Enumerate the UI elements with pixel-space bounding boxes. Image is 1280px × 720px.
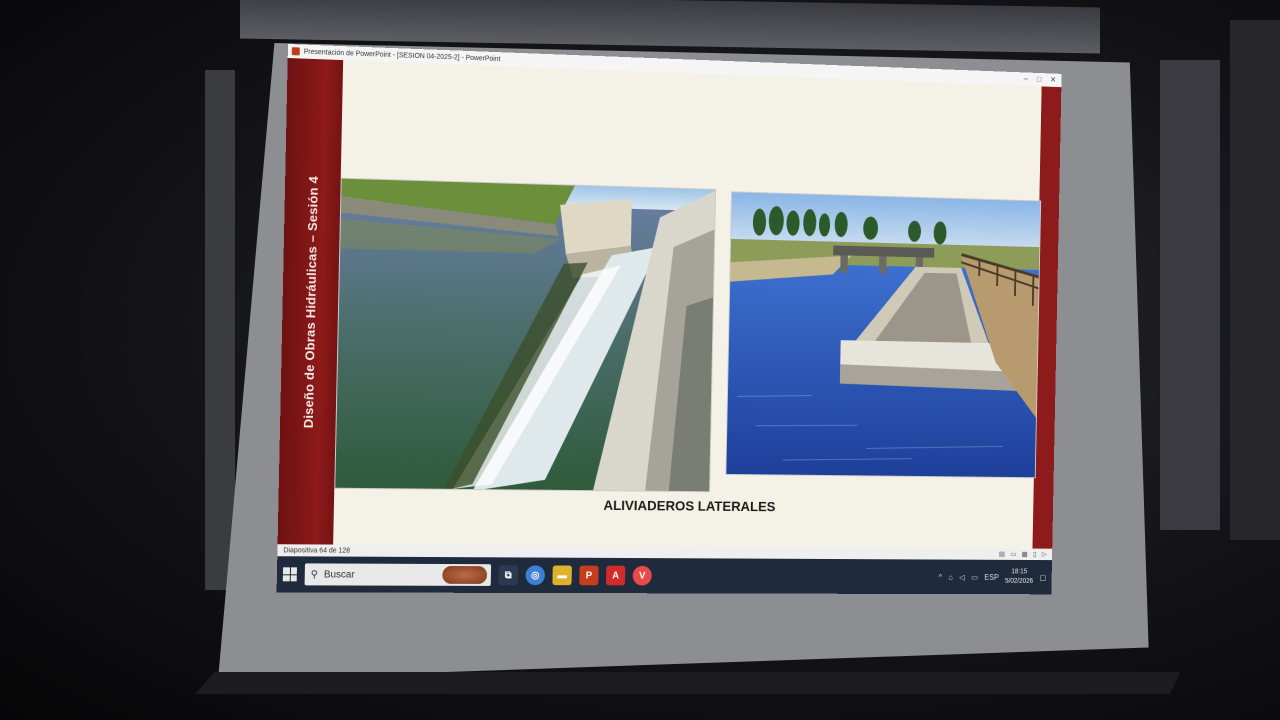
reading-view-icon[interactable]: ▯: [1033, 550, 1037, 558]
system-tray: ^ ⌂ ◁ ▭ ESP 18:15 5/02/2026 ▢: [938, 567, 1047, 586]
screen-bottom-bar: [195, 672, 1180, 694]
canal-spillway-photo: [334, 177, 717, 493]
slide-canvas: Diseño de Obras Hidráulicas – Sesión 4 A…: [277, 57, 1062, 549]
task-view-icon[interactable]: ⧉: [498, 565, 519, 586]
clock[interactable]: 18:15 5/02/2026: [1005, 567, 1033, 586]
minimize-button[interactable]: –: [1024, 74, 1028, 83]
window-controls: – □ ✕: [1024, 74, 1057, 84]
wall-panel-right: [1160, 60, 1220, 530]
notes-icon[interactable]: ▤: [999, 550, 1005, 558]
maximize-button[interactable]: □: [1037, 75, 1042, 84]
clock-time: 18:15: [1011, 568, 1028, 576]
close-button[interactable]: ✕: [1050, 75, 1056, 84]
chrome-icon[interactable]: ◎: [525, 565, 546, 586]
slide-counter: Diapositiva 64 de 128: [283, 546, 351, 555]
side-title: Diseño de Obras Hidráulicas – Sesión 4: [300, 175, 321, 428]
slideshow-icon[interactable]: ▷: [1042, 551, 1047, 558]
file-explorer-icon[interactable]: ▬: [552, 565, 572, 586]
clock-date: 5/02/2026: [1004, 577, 1034, 585]
chevron-up-icon[interactable]: ^: [939, 572, 943, 581]
slide-sorter-icon[interactable]: ▦: [1022, 550, 1028, 558]
notifications-icon[interactable]: ▢: [1039, 573, 1046, 582]
lateral-weir-photo: [725, 191, 1042, 479]
battery-icon[interactable]: ▭: [971, 573, 978, 582]
start-button[interactable]: [282, 567, 297, 582]
wall-panel-far-right: [1230, 20, 1280, 540]
acrobat-icon[interactable]: A: [605, 565, 626, 586]
normal-view-icon[interactable]: ▭: [1010, 550, 1016, 558]
search-box[interactable]: ⚲ Buscar: [304, 563, 492, 586]
powerpoint-taskbar-icon[interactable]: P: [579, 565, 599, 586]
search-icon: ⚲: [310, 568, 319, 580]
search-placeholder: Buscar: [323, 568, 355, 581]
projected-window: Presentación de PowerPoint - [SESION 04-…: [276, 44, 1062, 595]
vivaldi-icon[interactable]: V: [632, 565, 652, 586]
powerpoint-icon: [291, 47, 300, 56]
search-highlight-icon[interactable]: [442, 565, 488, 584]
volume-icon[interactable]: ◁: [959, 573, 965, 582]
wall-panel-left: [205, 70, 235, 590]
network-icon[interactable]: ⌂: [948, 573, 953, 582]
slide-caption: ALIVIADEROS LATERALES: [603, 497, 776, 515]
language-indicator[interactable]: ESP: [984, 573, 999, 582]
windows-taskbar: ⚲ Buscar ⧉ ◎ ▬ P A V ^ ⌂ ◁ ▭ ESP 18:15 5…: [276, 556, 1052, 595]
